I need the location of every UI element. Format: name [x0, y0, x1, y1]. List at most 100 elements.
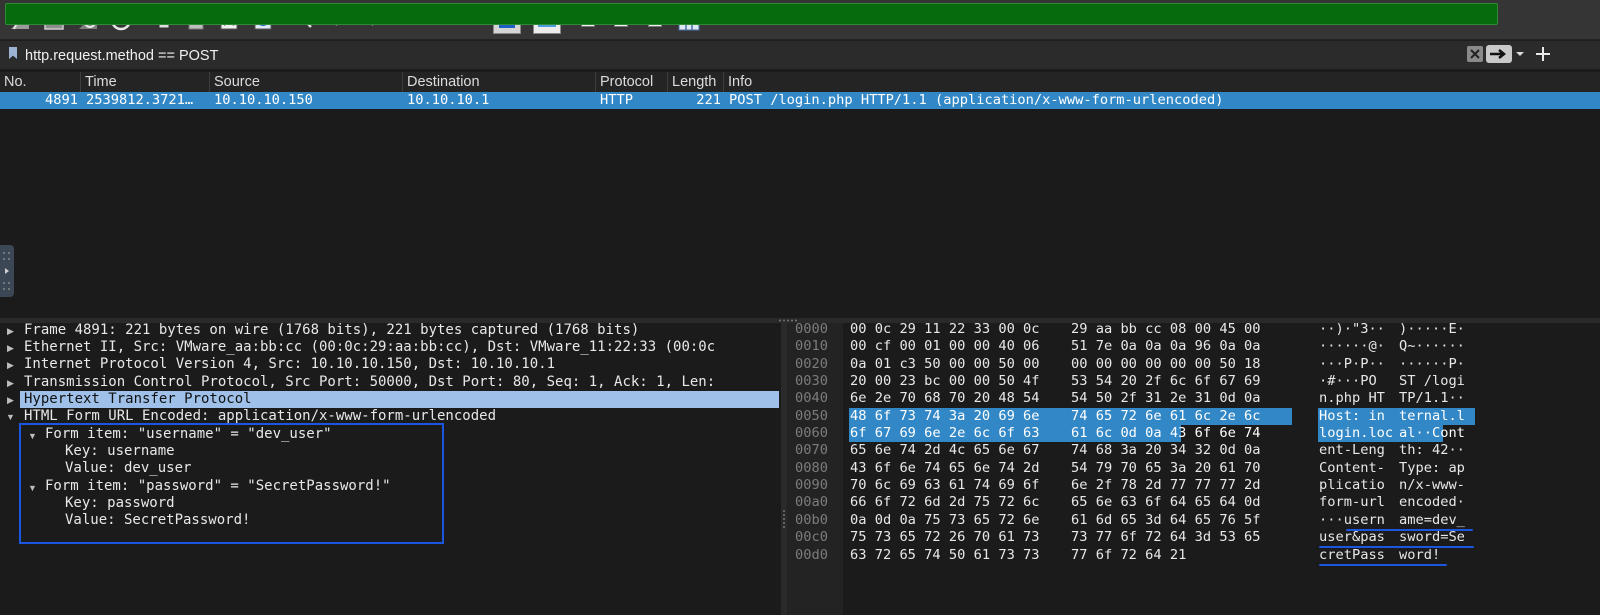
- column-header-no[interactable]: No.: [0, 72, 81, 92]
- credential-underline: [1319, 546, 1474, 548]
- expand-frame-icon[interactable]: ▶: [7, 326, 14, 337]
- hex-bytes-a[interactable]: 20 00 23 bc 00 00 50 4f: [850, 373, 1040, 390]
- ascii-text-a[interactable]: ···usern: [1319, 512, 1385, 529]
- hex-bytes-b[interactable]: 6e 2f 78 2d 77 77 77 2d: [1071, 477, 1261, 494]
- packet-destination: 10.10.10.1: [407, 92, 490, 108]
- ascii-text-a[interactable]: n.php HT: [1319, 390, 1385, 407]
- ascii-text-b[interactable]: )·····E·: [1399, 321, 1465, 338]
- tree-item-tcp[interactable]: Transmission Control Protocol, Src Port:…: [24, 374, 780, 391]
- ascii-text-b[interactable]: al··Cont: [1399, 425, 1465, 442]
- tree-item-frame[interactable]: Frame 4891: 221 bytes on wire (1768 bits…: [24, 322, 639, 339]
- hex-bytes-b[interactable]: 74 65 72 6e 61 6c 2e 6c: [1071, 408, 1261, 425]
- hex-bytes-a[interactable]: 0a 0d 0a 75 73 65 72 6e: [850, 512, 1040, 529]
- ascii-text-a[interactable]: Content-: [1319, 460, 1385, 477]
- hex-bytes-a[interactable]: 66 6f 72 6d 2d 75 72 6c: [850, 494, 1040, 511]
- tree-item-ip[interactable]: Internet Protocol Version 4, Src: 10.10.…: [24, 356, 555, 373]
- tree-item-ethernet[interactable]: Ethernet II, Src: VMware_aa:bb:cc (00:0c…: [24, 339, 780, 356]
- hex-bytes-a[interactable]: 63 72 65 74 50 61 73 73: [850, 547, 1040, 564]
- add-filter-button-icon[interactable]: [1533, 44, 1553, 64]
- form-key-username[interactable]: Key: username: [65, 443, 175, 460]
- ascii-text-a[interactable]: ······@·: [1319, 338, 1385, 355]
- ascii-text-b[interactable]: th: 42··: [1399, 442, 1465, 459]
- expand-ethernet-icon[interactable]: ▶: [7, 343, 14, 354]
- collapse-form-icon[interactable]: ▼: [6, 412, 15, 422]
- hex-bytes-b[interactable]: 61 6c 0d 0a 43 6f 6e 74: [1071, 425, 1261, 442]
- packet-time: 2539812.3721…: [86, 92, 194, 108]
- ascii-text-b[interactable]: ame=dev_: [1399, 512, 1465, 529]
- credential-underline: [1319, 564, 1447, 566]
- hex-bytes-b[interactable]: 00 00 00 00 00 00 50 18: [1071, 356, 1261, 373]
- hex-bytes-b[interactable]: 74 68 3a 20 34 32 0d 0a: [1071, 442, 1261, 459]
- apply-filter-icon[interactable]: [1486, 45, 1512, 63]
- ascii-text-a[interactable]: user&pas: [1319, 529, 1385, 546]
- hex-bytes-a[interactable]: 70 6c 69 63 61 74 69 6f: [850, 477, 1040, 494]
- hex-offset: 00b0: [795, 512, 828, 528]
- clear-filter-icon[interactable]: [1467, 46, 1483, 62]
- hex-bytes-a[interactable]: 00 cf 00 01 00 00 40 06: [850, 338, 1040, 355]
- ascii-text-b[interactable]: TP/1.1··: [1399, 390, 1465, 407]
- column-header-length[interactable]: Length: [668, 72, 724, 92]
- filter-text[interactable]: http.request.method == POST: [25, 48, 218, 64]
- form-key-password[interactable]: Key: password: [65, 495, 175, 512]
- collapse-form-item-username-icon[interactable]: ▼: [28, 431, 37, 441]
- ascii-text-a[interactable]: ·#···PO: [1319, 373, 1377, 390]
- hex-bytes-b[interactable]: 61 6d 65 3d 64 65 76 5f: [1071, 512, 1261, 529]
- ascii-text-b[interactable]: word!: [1399, 547, 1440, 564]
- ascii-text-b[interactable]: Q~······: [1399, 338, 1465, 355]
- ascii-text-a[interactable]: cretPass: [1319, 547, 1385, 564]
- hex-bytes-a[interactable]: 6f 67 69 6e 2e 6c 6f 63: [850, 425, 1040, 442]
- hex-offset: 0000: [795, 321, 828, 337]
- collapse-form-item-password-icon[interactable]: ▼: [28, 483, 37, 493]
- column-header-protocol[interactable]: Protocol: [596, 72, 668, 92]
- hex-bytes-a[interactable]: 6e 2e 70 68 70 20 48 54: [850, 390, 1040, 407]
- hex-bytes-b[interactable]: 77 6f 72 64 21: [1071, 547, 1186, 564]
- ascii-text-b[interactable]: ······P·: [1399, 356, 1465, 373]
- ascii-text-a[interactable]: ent-Leng: [1319, 442, 1385, 459]
- hex-bytes-a[interactable]: 65 6e 74 2d 4c 65 6e 67: [850, 442, 1040, 459]
- ascii-text-a[interactable]: form-url: [1319, 494, 1385, 511]
- form-value-username[interactable]: Value: dev_user: [65, 460, 191, 477]
- hex-bytes-b[interactable]: 51 7e 0a 0a 0a 96 0a 0a: [1071, 338, 1261, 355]
- form-value-password[interactable]: Value: SecretPassword!: [65, 512, 250, 529]
- ascii-text-b[interactable]: ST /logi: [1399, 373, 1465, 390]
- hex-offset: 0060: [795, 425, 828, 441]
- hex-bytes-b[interactable]: 29 aa bb cc 08 00 45 00: [1071, 321, 1261, 338]
- ascii-text-b[interactable]: encoded·: [1399, 494, 1465, 511]
- ascii-text-b[interactable]: Type: ap: [1399, 460, 1465, 477]
- hex-bytes-b[interactable]: 54 79 70 65 3a 20 61 70: [1071, 460, 1261, 477]
- hex-bytes-a[interactable]: 48 6f 73 74 3a 20 69 6e: [850, 408, 1040, 425]
- column-header-source[interactable]: Source: [210, 72, 403, 92]
- hex-bytes-a[interactable]: 75 73 65 72 26 70 61 73: [850, 529, 1040, 546]
- hex-offset: 00c0: [795, 529, 828, 545]
- ascii-text-b[interactable]: ternal.l: [1399, 408, 1465, 425]
- ascii-text-a[interactable]: plicatio: [1319, 477, 1385, 494]
- ascii-text-a[interactable]: Host: in: [1319, 408, 1385, 425]
- display-filter-input[interactable]: [5, 3, 1498, 25]
- hex-bytes-b[interactable]: 65 6e 63 6f 64 65 64 0d: [1071, 494, 1261, 511]
- form-item-username[interactable]: Form item: "username" = "dev_user": [45, 426, 332, 443]
- ascii-text-b[interactable]: n/x-www-: [1399, 477, 1465, 494]
- expand-tcp-icon[interactable]: ▶: [7, 378, 14, 389]
- column-header-time[interactable]: Time: [81, 72, 210, 92]
- sidebar-toggle-handle[interactable]: [0, 245, 14, 297]
- hex-offset: 00d0: [795, 547, 828, 563]
- column-header-destination[interactable]: Destination: [403, 72, 596, 92]
- hex-offset: 0050: [795, 408, 828, 424]
- hex-bytes-a[interactable]: 0a 01 c3 50 00 00 50 00: [850, 356, 1040, 373]
- hex-bytes-b[interactable]: 73 77 6f 72 64 3d 53 65: [1071, 529, 1261, 546]
- expand-ip-icon[interactable]: ▶: [7, 360, 14, 371]
- ascii-text-a[interactable]: login.loc: [1319, 425, 1393, 442]
- ascii-text-b[interactable]: sword=Se: [1399, 529, 1465, 546]
- hex-bytes-b[interactable]: 53 54 20 2f 6c 6f 67 69: [1071, 373, 1261, 390]
- filter-history-icon[interactable]: [1514, 47, 1526, 61]
- tree-item-http[interactable]: Hypertext Transfer Protocol: [24, 391, 252, 408]
- form-item-password[interactable]: Form item: "password" = "SecretPassword!…: [45, 478, 391, 495]
- ascii-text-a[interactable]: ···P·P··: [1319, 356, 1385, 373]
- hex-offset: 0070: [795, 442, 828, 458]
- expand-http-icon[interactable]: ▶: [7, 395, 14, 406]
- hex-bytes-a[interactable]: 43 6f 6e 74 65 6e 74 2d: [850, 460, 1040, 477]
- hex-bytes-b[interactable]: 54 50 2f 31 2e 31 0d 0a: [1071, 390, 1261, 407]
- column-header-info[interactable]: Info: [724, 72, 1600, 92]
- hex-bytes-a[interactable]: 00 0c 29 11 22 33 00 0c: [850, 321, 1040, 338]
- ascii-text-a[interactable]: ··)·"3··: [1319, 321, 1385, 338]
